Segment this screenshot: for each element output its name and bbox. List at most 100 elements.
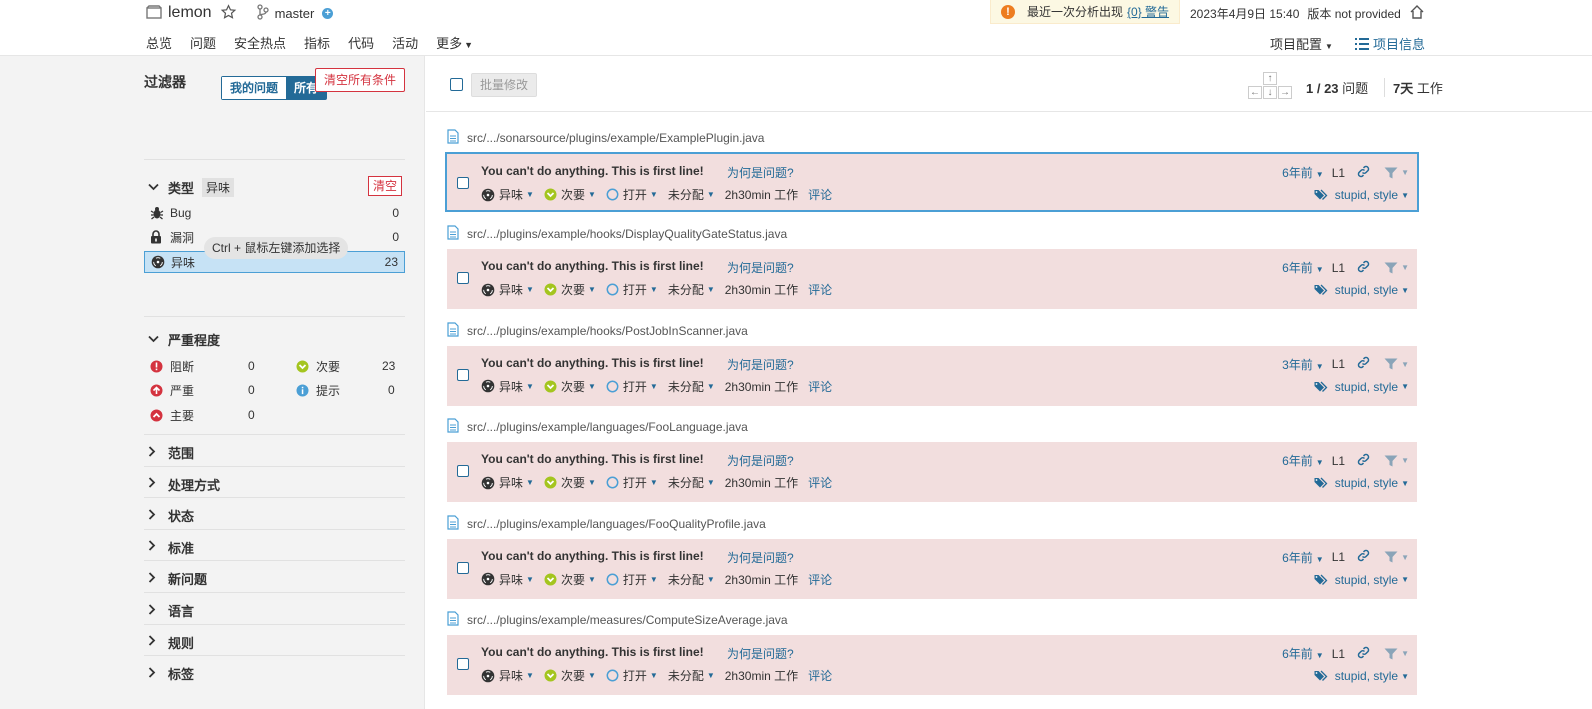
- similar-issues-filter-icon[interactable]: ▼: [1384, 648, 1409, 660]
- project-info-link[interactable]: 项目信息: [1354, 34, 1425, 53]
- clear-all-filters-button[interactable]: 清空所有条件: [315, 68, 406, 92]
- favorite-star-icon[interactable]: [220, 3, 237, 23]
- issue-comment-link[interactable]: 评论: [808, 474, 832, 491]
- issue-tags-dropdown[interactable]: stupid, style ▼: [1314, 573, 1409, 587]
- similar-issues-filter-icon[interactable]: ▼: [1384, 551, 1409, 563]
- my-issues-button[interactable]: 我的问题: [222, 77, 287, 99]
- issue-card[interactable]: You can't do anything. This is first lin…: [447, 249, 1417, 310]
- facet-resolution-header[interactable]: 处理方式: [148, 475, 220, 494]
- issue-file-path[interactable]: src/.../sonarsource/plugins/example/Exam…: [447, 128, 764, 148]
- issue-type-dropdown[interactable]: 异味 ▼: [481, 378, 534, 395]
- permalink-icon[interactable]: [1357, 260, 1370, 276]
- severity-info[interactable]: 提示 0: [296, 380, 400, 400]
- facet-standard-header[interactable]: 标准: [148, 538, 194, 557]
- issue-checkbox[interactable]: [457, 465, 469, 478]
- issue-age-dropdown[interactable]: 6年前 ▼: [1282, 164, 1324, 181]
- issue-comment-link[interactable]: 评论: [808, 667, 832, 684]
- branch-name[interactable]: master: [275, 6, 315, 21]
- issue-type-dropdown[interactable]: 异味 ▼: [481, 571, 534, 588]
- issue-assignee-dropdown[interactable]: 未分配 ▼: [668, 571, 715, 588]
- why-is-this-issue-link[interactable]: 为何是问题?: [727, 645, 794, 662]
- issue-file-path[interactable]: src/.../plugins/example/hooks/DisplayQua…: [447, 224, 787, 244]
- similar-issues-filter-icon[interactable]: ▼: [1384, 358, 1409, 370]
- severity-minor[interactable]: 次要 23: [296, 356, 400, 376]
- issue-checkbox[interactable]: [457, 368, 469, 381]
- similar-issues-filter-icon[interactable]: ▼: [1384, 455, 1409, 467]
- issue-status-dropdown[interactable]: 打开 ▼: [606, 474, 658, 491]
- facet-type-header[interactable]: 类型 异味: [148, 178, 235, 197]
- issue-card[interactable]: You can't do anything. This is first lin…: [445, 152, 1419, 212]
- issue-tags-dropdown[interactable]: stupid, style ▼: [1314, 283, 1409, 297]
- issue-tags-dropdown[interactable]: stupid, style ▼: [1314, 188, 1409, 202]
- issue-message[interactable]: You can't do anything. This is first lin…: [481, 259, 704, 273]
- issue-severity-dropdown[interactable]: 次要 ▼: [544, 186, 596, 203]
- facet-scope-header[interactable]: 范围: [148, 443, 194, 462]
- issue-tags-dropdown[interactable]: stupid, style ▼: [1314, 669, 1409, 683]
- issue-age-dropdown[interactable]: 6年前 ▼: [1282, 452, 1324, 469]
- issue-card[interactable]: You can't do anything. This is first lin…: [447, 538, 1417, 599]
- issue-card[interactable]: You can't do anything. This is first lin…: [447, 635, 1417, 695]
- issue-comment-link[interactable]: 评论: [808, 378, 832, 395]
- issue-file-path[interactable]: src/.../plugins/example/measures/Compute…: [447, 610, 788, 630]
- why-is-this-issue-link[interactable]: 为何是问题?: [727, 164, 794, 181]
- issue-age-dropdown[interactable]: 3年前 ▼: [1282, 356, 1324, 373]
- facet-severity-header[interactable]: 严重程度: [148, 330, 220, 349]
- warning-link[interactable]: {0} 警告: [1127, 3, 1169, 20]
- issue-age-dropdown[interactable]: 6年前 ▼: [1282, 259, 1324, 276]
- issue-severity-dropdown[interactable]: 次要 ▼: [544, 571, 596, 588]
- issue-severity-dropdown[interactable]: 次要 ▼: [544, 474, 596, 491]
- issue-message[interactable]: You can't do anything. This is first lin…: [481, 356, 704, 370]
- issue-severity-dropdown[interactable]: 次要 ▼: [544, 281, 596, 298]
- issue-age-dropdown[interactable]: 6年前 ▼: [1282, 549, 1324, 566]
- facet-tag-header[interactable]: 标签: [148, 664, 194, 683]
- issue-card[interactable]: You can't do anything. This is first lin…: [447, 442, 1417, 503]
- permalink-icon[interactable]: [1357, 356, 1370, 372]
- why-is-this-issue-link[interactable]: 为何是问题?: [727, 452, 794, 469]
- issue-comment-link[interactable]: 评论: [808, 281, 832, 298]
- severity-critical[interactable]: 严重 0: [150, 380, 255, 400]
- issue-checkbox[interactable]: [457, 272, 469, 285]
- permalink-icon[interactable]: [1357, 549, 1370, 565]
- issue-status-dropdown[interactable]: 打开 ▼: [606, 378, 658, 395]
- issue-checkbox[interactable]: [457, 658, 469, 670]
- project-name[interactable]: lemon: [168, 4, 212, 22]
- permalink-icon[interactable]: [1357, 453, 1370, 469]
- issue-severity-dropdown[interactable]: 次要 ▼: [544, 667, 596, 684]
- severity-blocker[interactable]: 阻断 0: [150, 356, 255, 376]
- similar-issues-filter-icon[interactable]: ▼: [1384, 167, 1409, 179]
- issue-comment-link[interactable]: 评论: [808, 571, 832, 588]
- issue-assignee-dropdown[interactable]: 未分配 ▼: [668, 667, 715, 684]
- facet-new-issues-header[interactable]: 新问题: [148, 569, 207, 588]
- issue-message[interactable]: You can't do anything. This is first lin…: [481, 452, 704, 466]
- issue-type-dropdown[interactable]: 异味 ▼: [481, 474, 534, 491]
- issue-message[interactable]: You can't do anything. This is first lin…: [481, 645, 704, 659]
- issue-file-path[interactable]: src/.../plugins/example/languages/FooQua…: [447, 514, 766, 534]
- issue-checkbox[interactable]: [457, 177, 469, 189]
- issue-file-path[interactable]: src/.../plugins/example/hooks/PostJobInS…: [447, 321, 748, 341]
- issue-card[interactable]: You can't do anything. This is first lin…: [447, 345, 1417, 406]
- severity-major[interactable]: 主要 0: [150, 405, 255, 425]
- issue-type-dropdown[interactable]: 异味 ▼: [481, 186, 534, 203]
- issue-age-dropdown[interactable]: 6年前 ▼: [1282, 645, 1324, 662]
- issue-status-dropdown[interactable]: 打开 ▼: [606, 667, 658, 684]
- issue-status-dropdown[interactable]: 打开 ▼: [606, 281, 658, 298]
- why-is-this-issue-link[interactable]: 为何是问题?: [727, 549, 794, 566]
- project-config-menu[interactable]: 项目配置 ▼: [1270, 34, 1333, 53]
- issue-type-dropdown[interactable]: 异味 ▼: [481, 281, 534, 298]
- issue-assignee-dropdown[interactable]: 未分配 ▼: [668, 281, 715, 298]
- issue-message[interactable]: You can't do anything. This is first lin…: [481, 549, 704, 563]
- similar-issues-filter-icon[interactable]: ▼: [1384, 262, 1409, 274]
- issue-status-dropdown[interactable]: 打开 ▼: [606, 186, 658, 203]
- bulk-change-button[interactable]: 批量修改: [471, 73, 538, 97]
- issue-assignee-dropdown[interactable]: 未分配 ▼: [668, 474, 715, 491]
- select-all-checkbox[interactable]: [450, 78, 463, 91]
- home-icon[interactable]: [1409, 4, 1425, 23]
- issue-file-path[interactable]: src/.../plugins/example/languages/FooLan…: [447, 417, 748, 437]
- facet-status-header[interactable]: 状态: [148, 506, 194, 525]
- issue-status-dropdown[interactable]: 打开 ▼: [606, 571, 658, 588]
- issue-tags-dropdown[interactable]: stupid, style ▼: [1314, 380, 1409, 394]
- why-is-this-issue-link[interactable]: 为何是问题?: [727, 356, 794, 373]
- facet-item-bug[interactable]: Bug 0: [144, 202, 405, 224]
- issue-type-dropdown[interactable]: 异味 ▼: [481, 667, 534, 684]
- issue-checkbox[interactable]: [457, 561, 469, 574]
